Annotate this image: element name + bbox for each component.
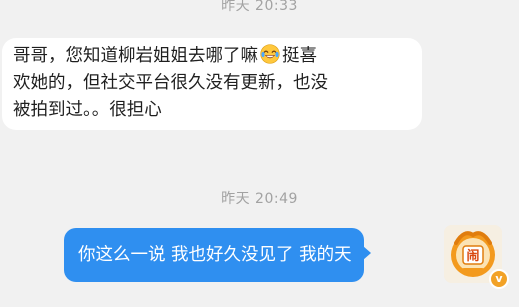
message-text: 挺喜 [282, 46, 317, 66]
message-text: 哥哥，您知道柳岩姐姐去哪了嘛 [13, 46, 258, 66]
message-text: 你这么一说 我也好久没见了 我的天 [78, 245, 352, 265]
laughing-with-tears-emoji-icon [260, 44, 280, 64]
incoming-message-bubble[interactable]: 哥哥，您知道柳岩姐姐去哪了嘛 挺喜 欢她的，但社交平台很久没有更新，也没 被拍到… [2, 38, 422, 130]
message-line: 哥哥，您知道柳岩姐姐去哪了嘛 挺喜 [13, 43, 412, 70]
message-line: 欢她的，但社交平台很久没有更新，也没 [13, 73, 328, 93]
timestamp: 昨天 20:49 [221, 191, 298, 207]
message-line: 被拍到过。。很担心 [13, 100, 162, 120]
timestamp: 昨天 20:33 [221, 0, 298, 14]
svg-text:闹: 闹 [466, 248, 479, 264]
verified-badge-icon: v [489, 269, 509, 289]
outgoing-message-bubble[interactable]: 你这么一说 我也好久没见了 我的天 [64, 228, 371, 282]
chat-window: 昨天 20:33 哥哥，您知道柳岩姐姐去哪了嘛 挺喜 欢她的，但社交平台很久没有… [0, 0, 519, 307]
